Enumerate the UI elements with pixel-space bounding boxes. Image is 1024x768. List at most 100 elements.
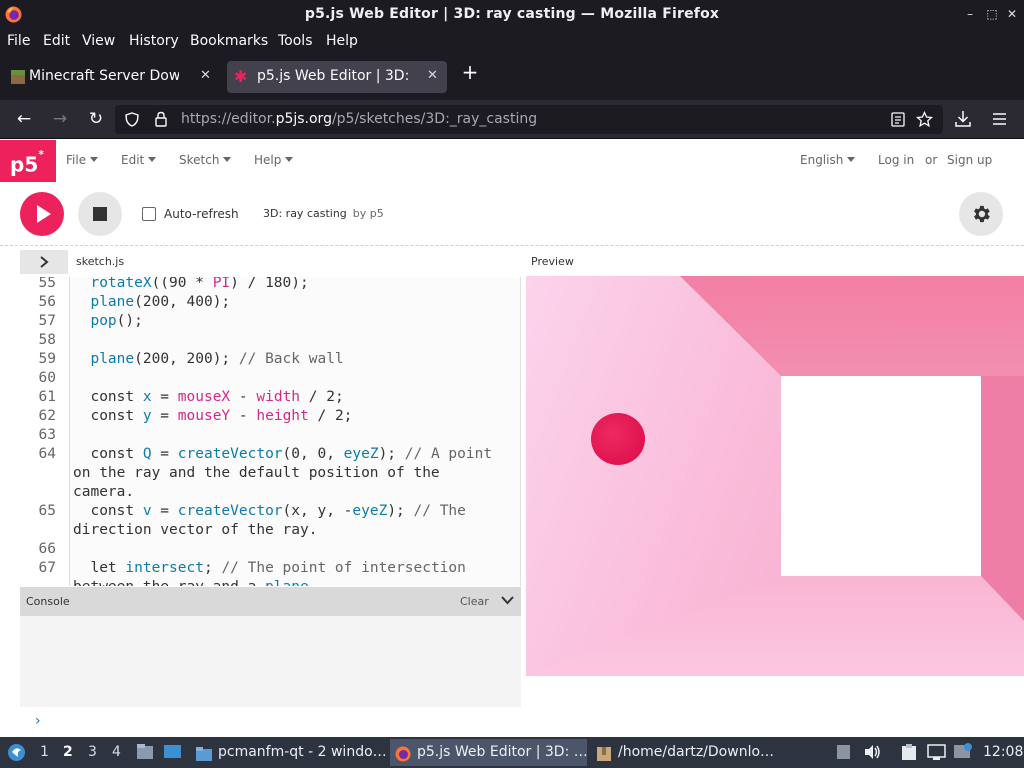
console-clear-button[interactable]: Clear [460, 595, 489, 608]
chevron-down-icon [90, 157, 99, 162]
line-number: 62 [38, 408, 56, 424]
settings-button[interactable] [959, 192, 1003, 236]
code-text[interactable]: plane(200, 400); [73, 293, 230, 312]
chevron-down-icon[interactable] [501, 595, 514, 605]
file-tab-bar: sketch.js [20, 247, 521, 277]
minimize-button[interactable]: – [962, 6, 978, 22]
lock-icon[interactable] [154, 111, 168, 127]
code-text[interactable]: on the ray and the default position of t… [73, 464, 440, 483]
back-button[interactable]: ← [12, 108, 36, 130]
code-text[interactable]: const y = mouseY - height / 2; [73, 407, 352, 426]
auto-refresh-checkbox[interactable] [142, 207, 156, 221]
chevron-down-icon [285, 157, 294, 162]
url-text[interactable]: https://editor.p5js.org/p5/sketches/3D:_… [181, 111, 537, 127]
chevron-down-icon [223, 157, 232, 162]
console-input[interactable]: › [20, 707, 521, 737]
task-firefox[interactable]: p5.js Web Editor | 3D: … [390, 739, 588, 766]
forward-button[interactable]: → [48, 108, 72, 130]
menu-edit[interactable]: Edit [43, 33, 70, 49]
sketch-preview-canvas[interactable] [526, 276, 1024, 676]
play-button[interactable] [20, 192, 64, 236]
signup-link[interactable]: Sign up [947, 153, 992, 167]
workspace-1[interactable]: 1 [40, 744, 49, 760]
menu-bookmarks[interactable]: Bookmarks [190, 33, 268, 49]
new-tab-button[interactable]: + [460, 62, 480, 82]
tab-close-icon[interactable]: ✕ [200, 68, 211, 83]
code-text[interactable]: between the ray and a plane. [73, 578, 317, 586]
clock[interactable]: 12:08 [983, 744, 1023, 760]
menu-bar: File Edit View History Bookmarks Tools H… [0, 29, 1024, 54]
code-text[interactable]: rotateX((90 * PI) / 180); [73, 277, 308, 293]
tab-bar: Minecraft Server Download ✕ ✱ p5.js Web … [0, 54, 1024, 100]
code-text[interactable]: const x = mouseX - width / 2; [73, 388, 343, 407]
chevron-right-icon [40, 256, 49, 268]
play-icon [37, 205, 51, 223]
workspace-2[interactable]: 2 [63, 744, 73, 760]
sketch-name[interactable]: 3D: ray casting by p5 [263, 207, 384, 220]
code-editor[interactable]: 55 rotateX((90 * PI) / 180); 56 plane(200… [20, 277, 521, 586]
line-number: 56 [38, 294, 56, 310]
bookmark-star-icon[interactable] [916, 111, 933, 128]
menu-view[interactable]: View [82, 33, 115, 49]
tab-p5-editor[interactable]: ✱ p5.js Web Editor | 3D: ray casting ✕ [227, 61, 447, 93]
start-menu-icon[interactable] [7, 743, 26, 762]
file-manager-launcher-icon[interactable] [136, 743, 154, 761]
code-text[interactable]: plane(200, 200); // Back wall [73, 350, 343, 369]
tab-close-icon[interactable]: ✕ [427, 68, 438, 83]
file-tab-sketch-js[interactable]: sketch.js [76, 255, 124, 268]
menu-file[interactable]: File [7, 33, 30, 49]
line-number: 59 [38, 351, 56, 367]
workspace-4[interactable]: 4 [112, 744, 121, 760]
console-prompt-icon: › [35, 713, 41, 729]
volume-icon[interactable] [864, 744, 881, 760]
url-bar[interactable]: https://editor.p5js.org/p5/sketches/3D:_… [115, 105, 943, 134]
menu-history[interactable]: History [129, 33, 179, 49]
sidebar-toggle-button[interactable] [20, 250, 68, 274]
navigation-bar: ← → ↻ https://editor.p5js.org/p5/sketche… [0, 100, 1024, 139]
code-text[interactable]: camera. [73, 483, 134, 502]
task-label: p5.js Web Editor | 3D: … [417, 744, 588, 760]
code-text[interactable]: direction vector of the ray. [73, 521, 317, 540]
reader-view-icon[interactable] [891, 112, 905, 127]
hamburger-menu-icon[interactable] [992, 112, 1007, 126]
p5-menu-edit[interactable]: Edit [121, 153, 157, 167]
desktop-icon[interactable] [163, 743, 182, 761]
code-text[interactable]: let intersect; // The point of intersect… [73, 559, 465, 578]
code-text[interactable]: const v = createVector(x, y, -eyeZ); // … [73, 502, 465, 521]
p5-menu-help[interactable]: Help [254, 153, 294, 167]
line-number: 67 [38, 560, 56, 576]
p5-menu-file[interactable]: File [66, 153, 99, 167]
line-number: 57 [38, 313, 56, 329]
workspace-3[interactable]: 3 [88, 744, 97, 760]
system-taskbar: 1 2 3 4 pcmanfm-qt - 2 windo… p5.js Web … [0, 737, 1024, 768]
console-panel: Console Clear › [20, 587, 521, 737]
stop-button[interactable] [78, 192, 122, 236]
sketch-toolbar: Auto-refresh 3D: ray casting by p5 [0, 182, 1024, 246]
task-archive[interactable]: /home/dartz/Downlo… [591, 739, 791, 766]
shield-icon[interactable] [125, 112, 139, 127]
scroll-lock-icon[interactable] [836, 744, 851, 760]
line-number: 61 [38, 389, 56, 405]
login-link[interactable]: Log in [878, 153, 914, 167]
close-window-button[interactable]: ✕ [1004, 6, 1020, 22]
tab-minecraft[interactable]: Minecraft Server Download ✕ [4, 61, 220, 93]
preview-scene[interactable] [526, 276, 1024, 676]
update-notifier-icon[interactable] [953, 742, 973, 762]
code-text[interactable]: const Q = createVector(0, 0, eyeZ); // A… [73, 445, 492, 464]
code-text[interactable]: pop(); [73, 312, 142, 331]
network-icon[interactable] [927, 743, 946, 761]
line-number: 63 [38, 427, 56, 443]
maximize-button[interactable]: ⬚ [984, 6, 1000, 22]
menu-tools[interactable]: Tools [278, 33, 313, 49]
menu-help[interactable]: Help [326, 33, 358, 49]
task-pcmanfm[interactable]: pcmanfm-qt - 2 windo… [192, 739, 388, 766]
p5-logo[interactable]: p5* [0, 140, 56, 182]
line-number: 66 [38, 541, 56, 557]
folder-icon [196, 747, 212, 761]
reload-button[interactable]: ↻ [84, 108, 108, 130]
clipboard-icon[interactable] [901, 743, 917, 761]
ray-intersection-sphere [591, 413, 645, 465]
downloads-icon[interactable] [955, 110, 971, 128]
language-select[interactable]: English [800, 153, 856, 167]
p5-menu-sketch[interactable]: Sketch [179, 153, 232, 167]
